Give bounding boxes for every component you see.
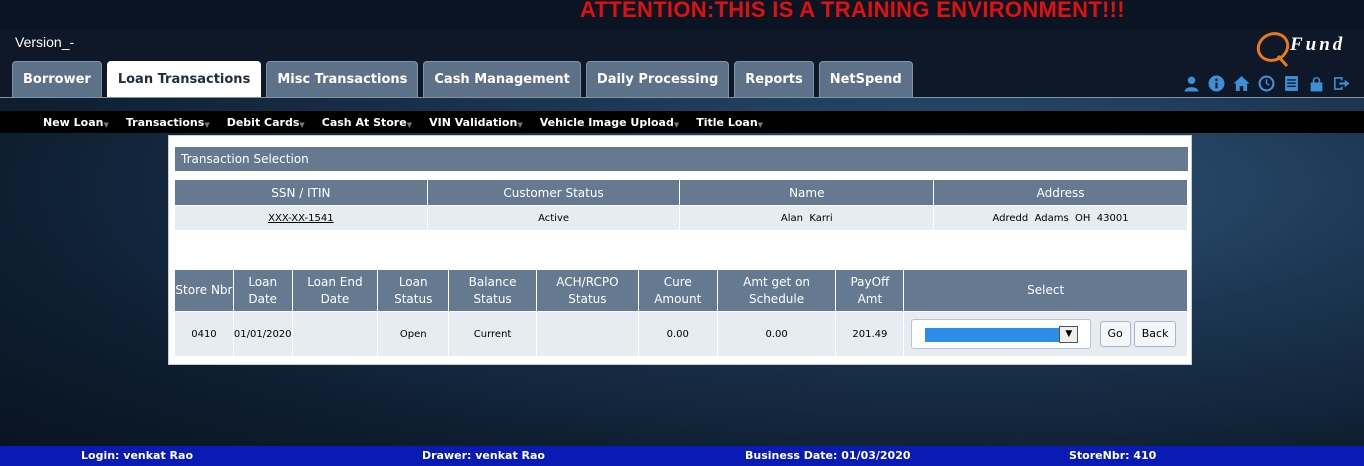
transaction-selection-panel: Transaction Selection SSN / ITIN Custome… xyxy=(168,135,1192,365)
chevron-down-icon: ▼ xyxy=(673,120,680,129)
training-attention-banner: ATTENTION:THIS IS A TRAINING ENVIRONMENT… xyxy=(580,0,1125,22)
submenu-title-loan[interactable]: Title Loan▼ xyxy=(696,116,763,129)
back-button[interactable]: Back xyxy=(1133,321,1177,347)
tab-reports[interactable]: Reports xyxy=(734,61,814,97)
business-date-status: Business Date: 01/03/2020 xyxy=(745,449,911,462)
col-ach-rcpo-status: ACH/RCPO Status xyxy=(535,269,639,312)
tab-divider xyxy=(0,97,1364,98)
submenu-vehicle-image-upload[interactable]: Vehicle Image Upload▼ xyxy=(540,116,680,129)
col-store-nbr: Store Nbr xyxy=(174,269,234,312)
tab-cash-management[interactable]: Cash Management xyxy=(423,61,581,97)
tab-daily-processing[interactable]: Daily Processing xyxy=(585,61,730,97)
version-label: Version_- xyxy=(15,34,75,50)
loan-date-cell: 01/01/2020 xyxy=(232,311,293,357)
chevron-down-icon: ▼ xyxy=(103,120,109,129)
clock-icon[interactable] xyxy=(1257,74,1275,92)
store-nbr-cell: 0410 xyxy=(174,311,234,357)
user-icon[interactable] xyxy=(1182,74,1200,92)
submenu-bar: New Loan▼ Transactions▼ Debit Cards▼ Cas… xyxy=(0,111,1364,133)
login-status: Login: venkat Rao xyxy=(81,449,194,462)
home-icon[interactable] xyxy=(1232,74,1250,92)
tab-loan-transactions[interactable]: Loan Transactions xyxy=(106,61,262,97)
main-tabs: Borrower Loan Transactions Misc Transact… xyxy=(12,61,913,97)
submenu-debit-cards[interactable]: Debit Cards▼ xyxy=(227,116,305,129)
logout-icon[interactable] xyxy=(1332,74,1350,92)
chevron-down-icon: ▼ xyxy=(757,120,764,129)
ssn-cell: XXX-XX-1541 xyxy=(174,205,428,231)
col-ssn: SSN / ITIN xyxy=(174,179,428,206)
submenu-new-loan[interactable]: New Loan▼ xyxy=(43,116,109,129)
tab-borrower[interactable]: Borrower xyxy=(12,61,102,97)
table-row: XXX-XX-1541 Active Alan Karri Adredd Ada… xyxy=(174,205,1188,231)
chevron-down-icon[interactable]: ▼ xyxy=(1059,326,1079,343)
col-loan-end-date: Loan End Date xyxy=(291,269,379,312)
col-select: Select xyxy=(903,269,1188,312)
col-cure-amount: Cure Amount xyxy=(637,269,718,312)
tab-misc-transactions[interactable]: Misc Transactions xyxy=(266,61,419,97)
table-row: 0410 01/01/2020 Open Current 0.00 0.00 2… xyxy=(174,311,1188,357)
transaction-select[interactable]: ▼ xyxy=(911,319,1092,349)
document-icon[interactable] xyxy=(1282,74,1300,92)
col-payoff-amt: PayOff Amt xyxy=(835,269,905,312)
select-highlight xyxy=(925,328,1061,342)
panel-title: Transaction Selection xyxy=(175,147,1188,171)
table-header-row: SSN / ITIN Customer Status Name Address xyxy=(174,179,1188,206)
balance-status-cell: Current xyxy=(448,311,537,357)
customer-table: SSN / ITIN Customer Status Name Address … xyxy=(174,179,1188,231)
status-footer: Login: venkat Rao Drawer: venkat Rao Bus… xyxy=(0,446,1364,466)
chevron-down-icon: ▼ xyxy=(406,120,413,129)
info-icon[interactable] xyxy=(1207,74,1225,92)
cure-amount-cell: 0.00 xyxy=(637,311,718,357)
toolbar-icons xyxy=(1182,74,1350,92)
go-button[interactable]: Go xyxy=(1099,321,1131,347)
submenu-vin-validation[interactable]: VIN Validation▼ xyxy=(429,116,523,129)
submenu-transactions[interactable]: Transactions▼ xyxy=(126,116,210,129)
col-amt-on-schedule: Amt get on Schedule xyxy=(716,269,837,312)
select-cell: ▼ Go Back xyxy=(903,311,1188,357)
address-cell: Adredd Adams OH 43001 xyxy=(933,205,1188,231)
col-loan-status: Loan Status xyxy=(377,269,450,312)
col-loan-date: Loan Date xyxy=(232,269,293,312)
lock-icon[interactable] xyxy=(1307,74,1325,92)
chevron-down-icon: ▼ xyxy=(204,120,210,129)
store-status: StoreNbr: 410 xyxy=(1069,449,1157,462)
name-cell: Alan Karri xyxy=(679,205,935,231)
ssn-link[interactable]: XXX-XX-1541 xyxy=(268,213,333,224)
table-header-row: Store Nbr Loan Date Loan End Date Loan S… xyxy=(174,269,1188,312)
col-name: Name xyxy=(679,179,935,206)
amt-schedule-cell: 0.00 xyxy=(716,311,837,357)
col-customer-status: Customer Status xyxy=(426,179,681,206)
chevron-down-icon: ▼ xyxy=(517,120,523,129)
col-balance-status: Balance Status xyxy=(448,269,537,312)
loan-table: Store Nbr Loan Date Loan End Date Loan S… xyxy=(174,269,1188,357)
col-address: Address xyxy=(933,179,1188,206)
logo-text: Fund xyxy=(1290,34,1346,55)
submenu-cash-at-store[interactable]: Cash At Store▼ xyxy=(322,116,412,129)
chevron-down-icon: ▼ xyxy=(299,120,305,129)
payoff-amt-cell: 201.49 xyxy=(835,311,905,357)
tab-netspend[interactable]: NetSpend xyxy=(818,61,913,97)
ach-status-cell xyxy=(535,311,639,357)
loan-status-cell: Open xyxy=(377,311,450,357)
customer-status-cell: Active xyxy=(426,205,681,231)
drawer-status: Drawer: venkat Rao xyxy=(422,449,545,462)
loan-end-date-cell xyxy=(291,311,379,357)
